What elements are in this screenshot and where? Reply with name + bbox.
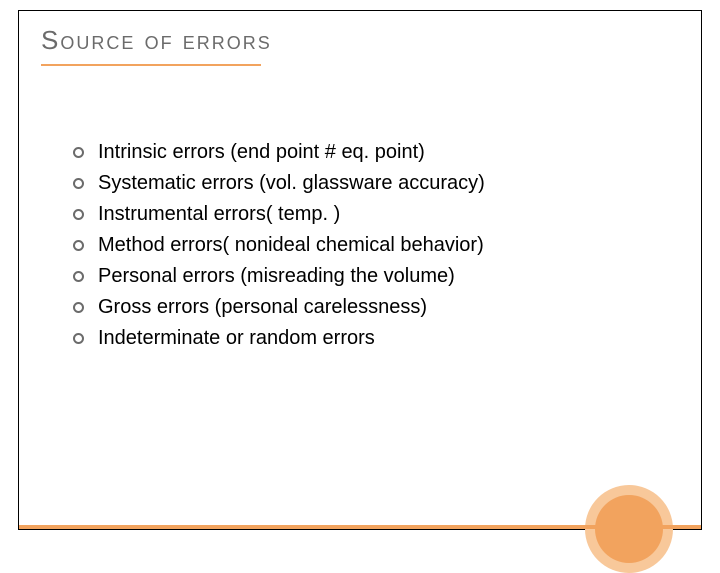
list-item: Intrinsic errors (end point # eq. point) — [73, 139, 661, 166]
list-item-text: Indeterminate or random errors — [98, 325, 375, 352]
bullet-icon — [73, 147, 84, 158]
bullet-icon — [73, 209, 84, 220]
list-item: Systematic errors (vol. glassware accura… — [73, 170, 661, 197]
list-item-text: Systematic errors (vol. glassware accura… — [98, 170, 485, 197]
title-underline — [41, 64, 261, 66]
list-item: Instrumental errors( temp. ) — [73, 201, 661, 228]
list-item-text: Intrinsic errors (end point # eq. point) — [98, 139, 425, 166]
title-block: Source of errors — [41, 25, 272, 66]
list-item: Method errors( nonideal chemical behavio… — [73, 232, 661, 259]
bullet-list: Intrinsic errors (end point # eq. point)… — [73, 139, 661, 356]
list-item: Indeterminate or random errors — [73, 325, 661, 352]
circle-inner-icon — [595, 495, 663, 563]
bullet-icon — [73, 271, 84, 282]
bullet-icon — [73, 302, 84, 313]
slide-frame: Source of errors Intrinsic errors (end p… — [18, 10, 702, 530]
bullet-icon — [73, 333, 84, 344]
list-item-text: Personal errors (misreading the volume) — [98, 263, 455, 290]
list-item: Gross errors (personal carelessness) — [73, 294, 661, 321]
list-item-text: Method errors( nonideal chemical behavio… — [98, 232, 484, 259]
bullet-icon — [73, 178, 84, 189]
list-item: Personal errors (misreading the volume) — [73, 263, 661, 290]
list-item-text: Gross errors (personal carelessness) — [98, 294, 427, 321]
footer-accent-bar — [19, 525, 701, 529]
bullet-icon — [73, 240, 84, 251]
slide-title: Source of errors — [41, 25, 272, 62]
list-item-text: Instrumental errors( temp. ) — [98, 201, 340, 228]
